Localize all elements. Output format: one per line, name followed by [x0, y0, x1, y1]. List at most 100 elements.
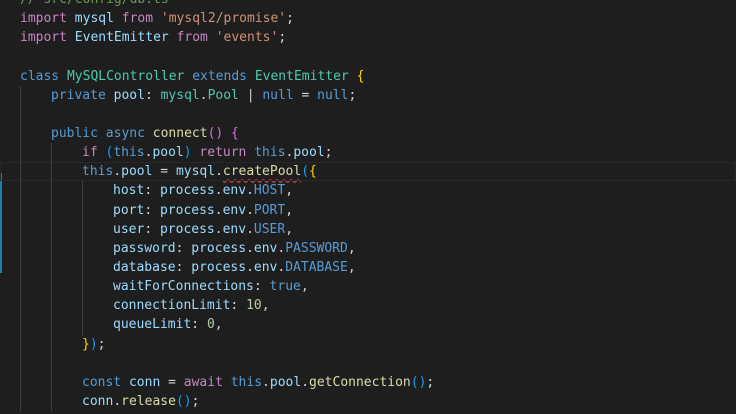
indent-guide — [20, 123, 21, 144]
code-line[interactable]: queueLimit: 0, — [0, 315, 736, 335]
indent-guide — [51, 238, 52, 258]
code-token: pool — [113, 87, 145, 103]
code-token: . — [246, 221, 254, 237]
code-line[interactable]: this.pool = mysql.createPool({ — [0, 162, 736, 182]
code-line-content: password: process.env.PASSWORD, — [20, 241, 356, 256]
code-token: ) — [183, 145, 192, 161]
indent-guide — [20, 391, 21, 412]
code-token: process — [159, 202, 215, 218]
code-token: ; — [286, 11, 294, 27]
code-line[interactable]: // src/config/db.ts — [0, 0, 736, 9]
code-token: = — [160, 374, 184, 390]
code-token: createPool — [222, 164, 302, 180]
code-line-content — [20, 107, 51, 122]
code-token: { — [309, 164, 317, 180]
code-line[interactable]: import mysql from 'mysql2/promise'; — [0, 9, 736, 28]
code-token: this — [113, 145, 145, 161]
code-token: : — [144, 202, 160, 218]
indent-guide — [82, 238, 83, 258]
indent-guide — [82, 315, 83, 335]
code-line-content: conn.release(); — [20, 394, 199, 409]
code-token: ; — [324, 145, 333, 161]
code-line[interactable]: public async connect() { — [0, 123, 736, 144]
indent-guide — [51, 372, 52, 392]
code-token: . — [214, 221, 223, 237]
code-token: . — [199, 87, 208, 103]
code-token: env — [222, 183, 247, 199]
code-token: : — [230, 298, 247, 314]
code-line-content: class MySQLController extends EventEmitt… — [20, 69, 364, 84]
code-line-content: connectionLimit: 10, — [20, 298, 270, 313]
indent-guide — [20, 143, 21, 163]
code-token: ; — [278, 30, 287, 46]
code-token: . — [262, 374, 270, 390]
code-line-content: const conn = await this.pool.getConnecti… — [20, 375, 434, 390]
code-editor[interactable]: // src/config/db.ts import mysql from 'my… — [0, 0, 736, 414]
indent-guide — [82, 200, 83, 220]
code-token: } — [82, 336, 90, 352]
code-token: mysql — [74, 11, 114, 27]
code-token: user — [113, 221, 145, 237]
code-token: 10 — [246, 298, 262, 314]
code-token: 'mysql2/promise' — [160, 11, 287, 27]
code-token: env — [253, 259, 278, 275]
code-line[interactable]: if (this.pool) return this.pool; — [0, 143, 736, 163]
indent-guide — [82, 296, 83, 316]
indent-guide — [20, 296, 21, 316]
code-line[interactable]: port: process.env.PORT, — [0, 200, 736, 220]
code-token: extends — [192, 68, 247, 84]
code-token: . — [214, 183, 223, 199]
code-token: async — [105, 125, 145, 141]
code-line[interactable]: }); — [0, 334, 736, 354]
indent-guide — [51, 296, 52, 316]
code-line[interactable]: import EventEmitter from 'events'; — [0, 28, 736, 47]
code-lines[interactable]: // src/config/db.ts import mysql from 'my… — [0, 0, 736, 412]
code-line-content: host: process.env.HOST, — [20, 183, 293, 198]
code-token: () — [175, 393, 192, 409]
code-token: connectionLimit — [113, 298, 231, 314]
code-line-content: }); — [20, 337, 105, 352]
code-line[interactable]: conn.release(); — [0, 391, 736, 412]
code-line[interactable]: password: process.env.PASSWORD, — [0, 238, 736, 258]
indent-guide — [20, 277, 21, 297]
code-token: password — [113, 240, 176, 256]
code-line[interactable]: waitForConnections: true, — [0, 277, 736, 297]
code-token: this — [230, 374, 263, 390]
code-token: database — [113, 259, 176, 275]
indent-guide — [20, 162, 21, 182]
code-line[interactable]: user: process.env.USER, — [0, 219, 736, 239]
code-line[interactable]: connectionLimit: 10, — [0, 296, 736, 316]
code-line[interactable]: host: process.env.HOST, — [0, 181, 736, 201]
code-token: ( — [301, 164, 310, 180]
code-line[interactable] — [0, 104, 736, 124]
code-token: env — [222, 221, 247, 237]
code-token: null — [317, 87, 349, 103]
code-token: Pool — [207, 87, 239, 103]
code-line[interactable]: private pool: mysql.Pool | null = null; — [0, 85, 736, 105]
code-token: DATABASE — [285, 259, 348, 275]
indent-guide — [20, 104, 21, 124]
code-token: . — [113, 393, 122, 409]
code-line[interactable]: database: process.env.DATABASE, — [0, 257, 736, 278]
indent-guide — [20, 353, 21, 373]
code-token: : — [253, 279, 270, 295]
code-token: this — [254, 145, 286, 161]
code-token: pool — [269, 374, 302, 390]
code-token: pool — [293, 145, 325, 161]
indent-guide — [20, 334, 21, 354]
indent-guide — [51, 162, 52, 182]
code-line[interactable]: class MySQLController extends EventEmitt… — [0, 67, 736, 86]
code-token: getConnection — [309, 374, 411, 390]
indent-guide — [20, 238, 21, 258]
code-token: conn — [82, 393, 114, 409]
code-line[interactable] — [0, 353, 736, 373]
code-token: this — [82, 164, 114, 180]
indent-guide — [82, 219, 83, 239]
code-token: . — [301, 374, 310, 390]
code-line[interactable]: const conn = await this.pool.getConnecti… — [0, 372, 736, 392]
code-line[interactable] — [0, 47, 736, 66]
code-token: public — [51, 125, 98, 141]
code-line-content: waitForConnections: true, — [20, 279, 309, 294]
